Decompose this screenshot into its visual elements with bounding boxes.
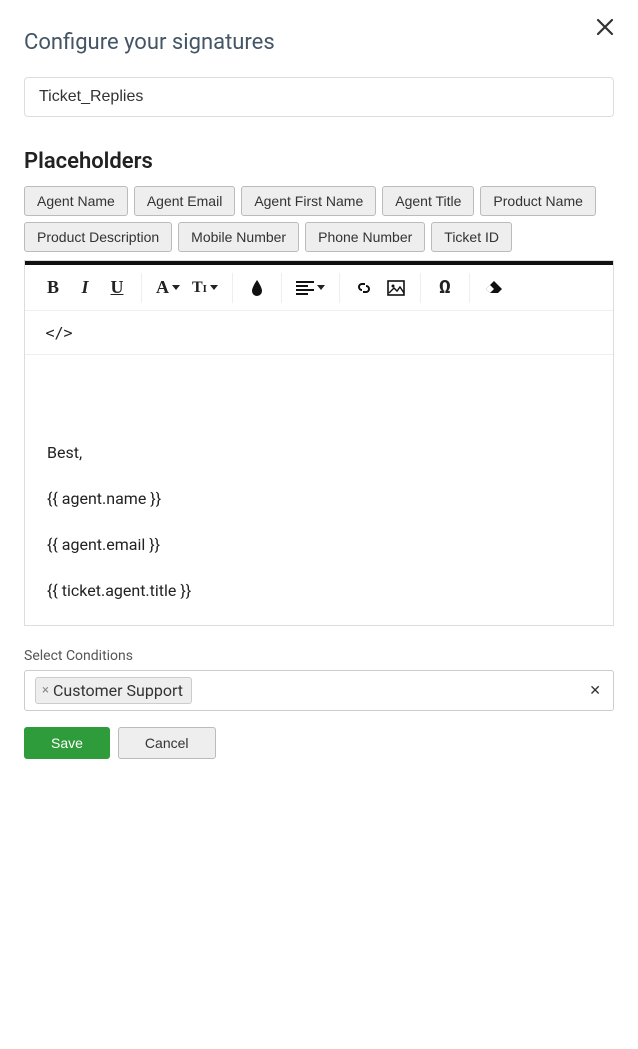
underline-button[interactable]: U <box>101 272 133 304</box>
signature-name-input[interactable] <box>24 77 614 117</box>
placeholder-pill[interactable]: Agent Name <box>24 186 128 216</box>
clear-all-icon[interactable]: ✕ <box>589 683 601 699</box>
eraser-button[interactable] <box>478 272 510 304</box>
text-color-button[interactable] <box>241 272 273 304</box>
rich-text-editor: B I U A TI <box>24 260 614 626</box>
save-button[interactable]: Save <box>24 727 110 759</box>
italic-button[interactable]: I <box>69 272 101 304</box>
cancel-button[interactable]: Cancel <box>118 727 216 759</box>
placeholder-pill[interactable]: Phone Number <box>305 222 425 252</box>
bold-button[interactable]: B <box>37 272 69 304</box>
placeholder-pill[interactable]: Mobile Number <box>178 222 299 252</box>
action-buttons: Save Cancel <box>24 727 614 759</box>
editor-line[interactable]: {{ agent.email }} <box>47 533 591 557</box>
editor-toolbar: B I U A TI <box>25 265 613 311</box>
placeholder-pill[interactable]: Product Description <box>24 222 172 252</box>
align-dropdown[interactable] <box>290 272 331 304</box>
insert-link-button[interactable] <box>348 272 380 304</box>
font-size-dropdown[interactable]: TI <box>186 272 224 304</box>
editor-line[interactable]: {{ ticket.agent.title }} <box>47 579 591 603</box>
placeholder-pill[interactable]: Ticket ID <box>431 222 512 252</box>
editor-line[interactable]: Best, <box>47 441 591 465</box>
code-view-button[interactable]: </> <box>43 317 75 349</box>
font-family-dropdown[interactable]: A <box>150 272 186 304</box>
page-title: Configure your signatures <box>24 30 614 55</box>
editor-content-area[interactable]: Best, {{ agent.name }} {{ agent.email }} {{… <box>25 355 613 625</box>
placeholder-pill[interactable]: Agent Email <box>134 186 235 216</box>
condition-tag[interactable]: ×Customer Support <box>35 677 192 704</box>
placeholder-pill[interactable]: Agent First Name <box>241 186 376 216</box>
editor-line[interactable]: {{ agent.name }} <box>47 487 591 511</box>
remove-tag-icon[interactable]: × <box>42 683 49 698</box>
conditions-label: Select Conditions <box>24 648 614 664</box>
special-char-button[interactable]: Ω <box>429 272 461 304</box>
conditions-input[interactable]: ×Customer Support ✕ <box>24 670 614 711</box>
insert-image-button[interactable] <box>380 272 412 304</box>
placeholders-heading: Placeholders <box>24 149 614 174</box>
placeholder-pill[interactable]: Agent Title <box>382 186 474 216</box>
close-icon[interactable] <box>596 18 614 41</box>
editor-toolbar-secondary: </> <box>25 311 613 355</box>
placeholder-pill-list: Agent NameAgent EmailAgent First NameAge… <box>24 186 614 252</box>
placeholder-pill[interactable]: Product Name <box>480 186 595 216</box>
